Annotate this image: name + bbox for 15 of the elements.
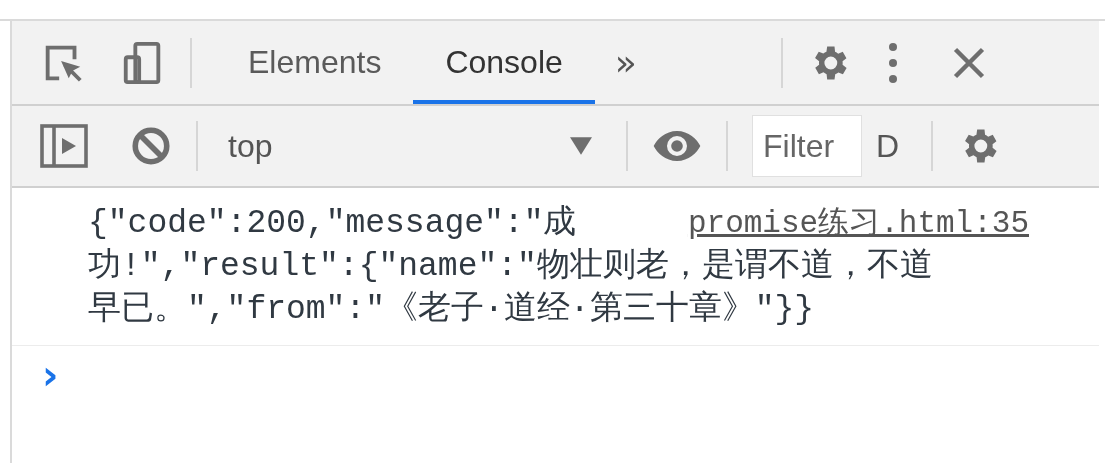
tab[interactable]: Elements [216, 21, 414, 104]
context-dropdown[interactable]: top [222, 127, 602, 165]
more-icon[interactable] [886, 40, 899, 85]
filter-field[interactable]: Filter [752, 115, 862, 177]
dropdown-icon [570, 137, 592, 155]
prompt-caret[interactable]: › [42, 352, 59, 398]
log-message-line: {"code":200,"message":"成 [88, 204, 577, 244]
levels-dropdown[interactable]: D [876, 127, 900, 165]
more-tabs-button[interactable]: » [594, 42, 657, 83]
eye-icon[interactable] [652, 129, 702, 163]
clear-icon[interactable] [130, 125, 172, 167]
source-link[interactable]: promise练习.html:35 [687, 202, 1029, 245]
sidebar-toggle-icon[interactable] [40, 122, 88, 170]
log-message-line: 功!","result":{"name":"物壮则老，是谓不道，不道 [88, 247, 933, 287]
log-message-line: 早已。","from":"《老子·道经·第三十章》"}} [88, 289, 815, 330]
